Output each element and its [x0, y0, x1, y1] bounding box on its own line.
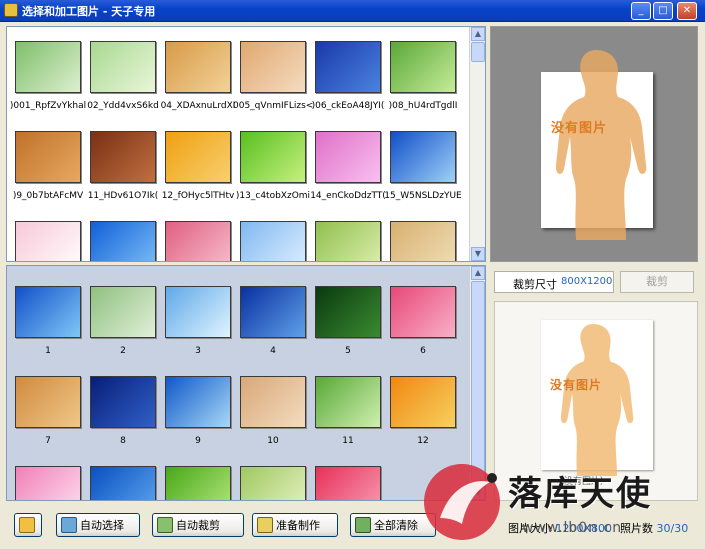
scroll-down-arrow-icon[interactable]: ▼: [471, 247, 485, 261]
thumbnail-caption: 11_HDv61O7Ik(: [87, 191, 159, 201]
crop-size-value: 800X1200: [561, 276, 613, 287]
app-icon: [4, 3, 18, 17]
auto-crop-label: 自动裁剪: [176, 519, 220, 532]
no-image-text: 没有图片: [551, 121, 608, 136]
thumbnail-caption: 04_XDAxnuLrdXI: [160, 101, 236, 111]
thumbnail-caption: 15_W5NSLDzYUE: [384, 191, 462, 201]
thumbnail-image[interactable]: [240, 131, 306, 183]
watermark: 落库天使 www.lb0n.cn: [410, 458, 700, 546]
thumbnail-image[interactable]: [315, 286, 381, 338]
thumbnail-caption: 1: [45, 346, 51, 356]
close-button[interactable]: ✕: [677, 2, 697, 20]
thumbnail-image[interactable]: [240, 41, 306, 93]
thumbnail-image[interactable]: [90, 286, 156, 338]
clear-all-icon: [355, 517, 371, 533]
thumbnail-image[interactable]: [165, 41, 231, 93]
thumbnail-image[interactable]: [240, 221, 306, 261]
thumbnail-caption: 2: [120, 346, 126, 356]
thumbnail-caption: 12_fOHyc5lTHtv: [161, 191, 235, 201]
thumbnail-image[interactable]: [390, 376, 456, 428]
prepare-icon: [257, 517, 273, 533]
thumbnail-image[interactable]: [390, 41, 456, 93]
crop-size-box: 裁剪尺寸 800X1200: [494, 271, 614, 293]
thumbnail-caption: )08_hU4rdTgdlI: [388, 101, 458, 111]
watermark-url: www.lb0n.cn: [522, 520, 623, 536]
thumbnail-caption: 6: [420, 346, 426, 356]
folder-open-icon: [19, 517, 35, 533]
thumbnail-caption: 005_qVnmIFLizs<: [233, 101, 313, 111]
crop-row: 裁剪尺寸 800X1200 裁剪: [494, 271, 698, 293]
thumbnail-caption: 02_Ydd4vxS6kd: [87, 101, 159, 111]
crop-size-label: 裁剪尺寸: [513, 278, 557, 291]
thumbnail-caption: 5: [345, 346, 351, 356]
thumbnail-image[interactable]: [315, 41, 381, 93]
thumbnail-image[interactable]: [315, 131, 381, 183]
crop-button[interactable]: 裁剪: [620, 271, 694, 293]
auto-select-icon: [61, 517, 77, 533]
thumbnail-caption: 7: [45, 436, 51, 446]
thumbnail-caption: )13_c4tobXzOmi: [235, 191, 311, 201]
thumbnail-image[interactable]: [240, 376, 306, 428]
thumbnail-image[interactable]: [390, 286, 456, 338]
scroll-thumb[interactable]: [471, 281, 485, 481]
thumbnail-image[interactable]: [165, 466, 231, 500]
source-image-list[interactable]: ▲ ▼ )001_RpfZvYkhal 02_Ydd4vxS6kd 04_XDAxn…: [6, 26, 486, 262]
scroll-thumb[interactable]: [471, 42, 485, 62]
figure-silhouette-icon: [555, 50, 647, 240]
image-preview[interactable]: 没有图片: [490, 26, 698, 262]
thumbnail-image[interactable]: [90, 376, 156, 428]
thumbnail-caption: 4: [270, 346, 276, 356]
thumbnail-image[interactable]: [315, 376, 381, 428]
thumbnail-image[interactable]: [15, 131, 81, 183]
auto-select-button[interactable]: 自动选择: [56, 513, 140, 537]
thumbnail-caption: )001_RpfZvYkhal: [9, 101, 87, 111]
thumbnail-caption: 12: [417, 436, 429, 446]
scroll-up-arrow-icon[interactable]: ▲: [471, 266, 485, 280]
thumbnail-caption: 3: [195, 346, 201, 356]
window-title: 选择和加工图片 - 天子专用: [22, 5, 156, 18]
thumbnail-image[interactable]: [90, 221, 156, 261]
maximize-button[interactable]: □: [653, 2, 673, 20]
minimize-button[interactable]: _: [631, 2, 651, 20]
scroll-up-arrow-icon[interactable]: ▲: [471, 27, 485, 41]
auto-crop-icon: [157, 517, 173, 533]
thumbnail-image[interactable]: [15, 221, 81, 261]
thumbnail-caption: )9_0b7btAFcMV: [12, 191, 84, 201]
title-bar[interactable]: 选择和加工图片 - 天子专用 _ □ ✕: [0, 0, 705, 22]
thumbnail-image[interactable]: [90, 466, 156, 500]
figure-silhouette-small-icon: [560, 324, 634, 476]
no-image-text-small: 没有图片: [550, 378, 603, 392]
open-folder-button[interactable]: [14, 513, 42, 537]
thumbnail-image[interactable]: [90, 131, 156, 183]
thumbnail-caption: 8: [120, 436, 126, 446]
source-list-scrollbar[interactable]: ▲ ▼: [469, 27, 485, 261]
thumbnail-image[interactable]: [165, 221, 231, 261]
thumbnail-image[interactable]: [240, 466, 306, 500]
thumbnail-image[interactable]: [15, 376, 81, 428]
thumbnail-image[interactable]: [165, 131, 231, 183]
thumbnail-image[interactable]: [240, 286, 306, 338]
thumbnail-caption: )06_ckEoA48JYI(: [311, 101, 385, 111]
thumbnail-image[interactable]: [315, 221, 381, 261]
thumbnail-image[interactable]: [90, 41, 156, 93]
thumbnail-image[interactable]: [165, 376, 231, 428]
prepare-label: 准备制作: [276, 519, 320, 532]
thumbnail-image[interactable]: [165, 286, 231, 338]
thumbnail-image[interactable]: [390, 131, 456, 183]
thumbnail-image[interactable]: [315, 466, 381, 500]
watermark-title: 落库天使: [508, 474, 652, 514]
thumbnail-image[interactable]: [15, 41, 81, 93]
thumbnail-image[interactable]: [390, 221, 456, 261]
prepare-button[interactable]: 准备制作: [252, 513, 338, 537]
thumbnail-caption: 14_enCkoDdzTT(: [310, 191, 386, 201]
thumbnail-caption: 10: [267, 436, 279, 446]
auto-select-label: 自动选择: [80, 519, 124, 532]
thumbnail-caption: 11: [342, 436, 354, 446]
thumbnail-image[interactable]: [15, 286, 81, 338]
auto-crop-button[interactable]: 自动裁剪: [152, 513, 244, 537]
thumbnail-image[interactable]: [15, 466, 81, 500]
thumbnail-caption: 9: [195, 436, 201, 446]
